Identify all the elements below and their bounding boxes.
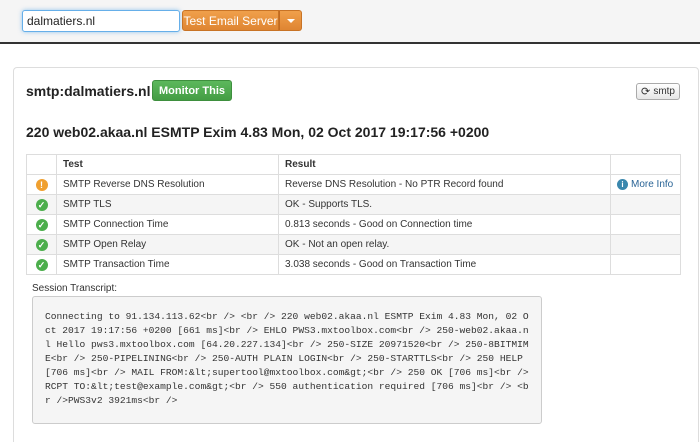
header-status — [26, 154, 57, 175]
test-name: SMTP Reverse DNS Resolution — [56, 174, 279, 195]
caret-down-icon — [287, 19, 295, 23]
test-result: 3.038 seconds - Good on Transaction Time — [278, 254, 611, 275]
table-row: ✓ SMTP Connection Time 0.813 seconds - G… — [26, 214, 681, 235]
test-options-dropdown-button[interactable] — [279, 10, 302, 31]
header-action — [610, 154, 681, 175]
test-result: OK - Not an open relay. — [278, 234, 611, 255]
domain-search-input[interactable] — [22, 10, 180, 32]
header-result: Result — [278, 154, 611, 175]
test-result: 0.813 seconds - Good on Connection time — [278, 214, 611, 235]
test-name: SMTP Connection Time — [56, 214, 279, 235]
table-row: ✓ SMTP Transaction Time 3.038 seconds - … — [26, 254, 681, 275]
top-toolbar: Test Email Server — [0, 0, 700, 44]
table-row: ✓ SMTP Open Relay OK - Not an open relay… — [26, 234, 681, 255]
refresh-smtp-label: smtp — [653, 86, 675, 97]
table-row: ✓ SMTP TLS OK - Supports TLS. — [26, 194, 681, 215]
test-name: SMTP TLS — [56, 194, 279, 215]
test-result: Reverse DNS Resolution - No PTR Record f… — [278, 174, 611, 195]
table-header-row: Test Result — [26, 154, 681, 175]
more-info-cell: i More Info — [610, 174, 681, 195]
test-email-server-button[interactable]: Test Email Server — [182, 10, 279, 31]
test-name: SMTP Open Relay — [56, 234, 279, 255]
header-test: Test — [56, 154, 279, 175]
test-name: SMTP Transaction Time — [56, 254, 279, 275]
refresh-icon: ⟳ — [641, 86, 651, 98]
results-table: Test Result ! SMTP Reverse DNS Resolutio… — [26, 154, 681, 275]
check-icon: ✓ — [35, 198, 48, 211]
warning-icon: ! — [35, 178, 48, 191]
page-title: smtp:dalmatiers.nl — [26, 83, 151, 99]
info-icon: i — [617, 178, 628, 190]
check-icon: ✓ — [35, 258, 48, 271]
check-icon: ✓ — [35, 218, 48, 231]
smtp-banner: 220 web02.akaa.nl ESMTP Exim 4.83 Mon, 0… — [26, 124, 490, 140]
session-transcript-label: Session Transcript: — [32, 283, 118, 294]
table-row: ! SMTP Reverse DNS Resolution Reverse DN… — [26, 174, 681, 195]
refresh-smtp-button[interactable]: ⟳ smtp — [636, 83, 680, 100]
check-icon: ✓ — [35, 238, 48, 251]
session-transcript: Connecting to 91.134.113.62<br /> <br />… — [32, 296, 542, 424]
monitor-this-button[interactable]: Monitor This — [152, 80, 232, 101]
test-result: OK - Supports TLS. — [278, 194, 611, 215]
more-info-link[interactable]: i More Info — [617, 178, 673, 190]
